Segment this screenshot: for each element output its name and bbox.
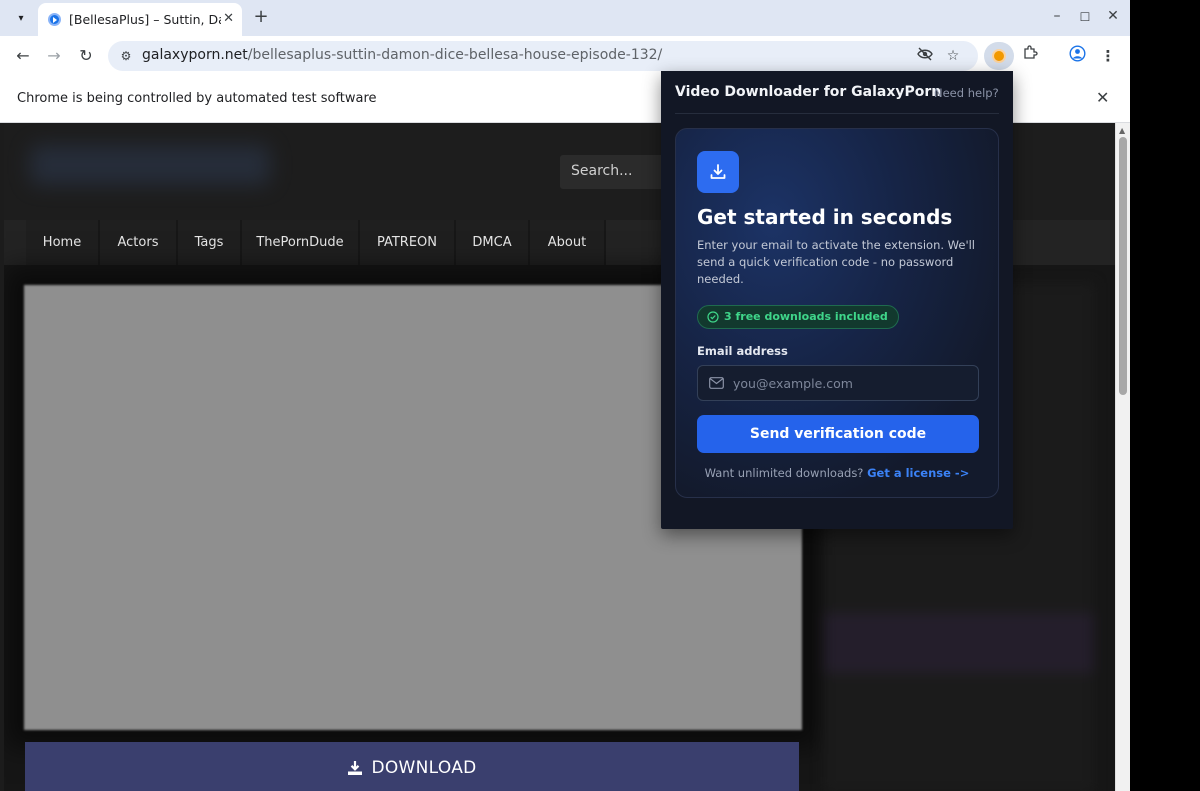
mail-icon bbox=[709, 377, 724, 389]
site-logo[interactable] bbox=[30, 145, 270, 185]
tab-title: [BellesaPlus] – Suttin, Da bbox=[69, 12, 221, 27]
popup-divider bbox=[675, 113, 999, 114]
minimize-icon[interactable]: – bbox=[1047, 8, 1067, 24]
license-prompt: Want unlimited downloads? Get a license … bbox=[676, 466, 998, 480]
nav-item-dmca[interactable]: DMCA bbox=[456, 220, 530, 265]
plus-icon[interactable]: + bbox=[250, 6, 272, 28]
tab-favicon bbox=[48, 13, 61, 26]
nav-item-about[interactable]: About bbox=[530, 220, 606, 265]
nav-item-theporndude[interactable]: ThePornDude bbox=[242, 220, 360, 265]
scroll-thumb[interactable] bbox=[1119, 137, 1127, 395]
forward-icon[interactable]: → bbox=[43, 45, 65, 67]
send-code-button[interactable]: Send verification code bbox=[697, 415, 979, 453]
puzzle-icon[interactable] bbox=[1019, 45, 1041, 67]
license-prompt-text: Want unlimited downloads? bbox=[704, 466, 864, 480]
extension-popup: Video Downloader for GalaxyPorn Need hel… bbox=[661, 71, 1013, 529]
help-link[interactable]: Need help? bbox=[934, 86, 999, 100]
profile-icon[interactable] bbox=[1066, 45, 1088, 67]
infobar-text: Chrome is being controlled by automated … bbox=[17, 91, 377, 106]
chevron-down-icon[interactable]: ▾ bbox=[9, 6, 33, 30]
email-field-wrapper[interactable] bbox=[697, 365, 979, 401]
window-close-icon[interactable]: ✕ bbox=[1103, 8, 1123, 24]
address-bar[interactable]: ⚙ galaxyporn.net/bellesaplus-suttin-damo… bbox=[108, 41, 978, 71]
card-description: Enter your email to activate the extensi… bbox=[697, 238, 975, 286]
card-heading: Get started in seconds bbox=[697, 205, 953, 229]
browser-toolbar: ← → ↻ ⚙ galaxyporn.net/bellesaplus-sutti… bbox=[0, 36, 1130, 76]
free-downloads-badge: 3 free downloads included bbox=[697, 305, 899, 329]
url-host: galaxyporn.net bbox=[142, 47, 248, 63]
download-button[interactable]: DOWNLOAD bbox=[25, 742, 799, 791]
signup-card: Get started in seconds Enter your email … bbox=[675, 128, 999, 498]
badge-text: 3 free downloads included bbox=[724, 310, 888, 323]
browser-window: ▾ [BellesaPlus] – Suttin, Da ✕ + – ☐ ✕ ←… bbox=[0, 0, 1130, 791]
site-info-icon[interactable]: ⚙ bbox=[116, 46, 136, 66]
active-tab[interactable]: [BellesaPlus] – Suttin, Da ✕ bbox=[38, 3, 242, 36]
url-text[interactable]: galaxyporn.net/bellesaplus-suttin-damon-… bbox=[142, 47, 662, 63]
kebab-menu-icon[interactable]: ⋮ bbox=[1097, 45, 1119, 67]
url-path: /bellesaplus-suttin-damon-dice-bellesa-h… bbox=[247, 47, 663, 63]
download-icon bbox=[348, 761, 363, 775]
download-icon bbox=[697, 151, 739, 193]
email-field[interactable] bbox=[733, 366, 973, 400]
star-icon[interactable]: ☆ bbox=[944, 47, 962, 65]
extension-active-icon[interactable] bbox=[984, 42, 1014, 70]
download-label: DOWNLOAD bbox=[371, 758, 477, 778]
page-scrollbar[interactable]: ▲ bbox=[1115, 123, 1130, 791]
scroll-up-icon[interactable]: ▲ bbox=[1119, 126, 1125, 135]
eye-off-icon[interactable] bbox=[916, 47, 934, 65]
close-icon[interactable]: ✕ bbox=[223, 11, 234, 26]
nav-item-actors[interactable]: Actors bbox=[100, 220, 178, 265]
desktop-background bbox=[1130, 0, 1200, 791]
popup-title: Video Downloader for GalaxyPorn bbox=[675, 84, 942, 100]
reload-icon[interactable]: ↻ bbox=[75, 45, 97, 67]
get-license-link[interactable]: Get a license -> bbox=[867, 466, 969, 480]
search-input[interactable]: Search... bbox=[560, 155, 670, 189]
check-circle-icon bbox=[707, 311, 719, 323]
maximize-icon[interactable]: ☐ bbox=[1075, 10, 1095, 24]
back-icon[interactable]: ← bbox=[12, 45, 34, 67]
email-label: Email address bbox=[697, 344, 788, 358]
nav-item-tags[interactable]: Tags bbox=[178, 220, 242, 265]
tab-strip: ▾ [BellesaPlus] – Suttin, Da ✕ + – ☐ ✕ bbox=[0, 0, 1130, 36]
nav-item-patreon[interactable]: PATREON bbox=[360, 220, 456, 265]
nav-item-home[interactable]: Home bbox=[26, 220, 100, 265]
close-icon[interactable]: ✕ bbox=[1096, 88, 1109, 107]
